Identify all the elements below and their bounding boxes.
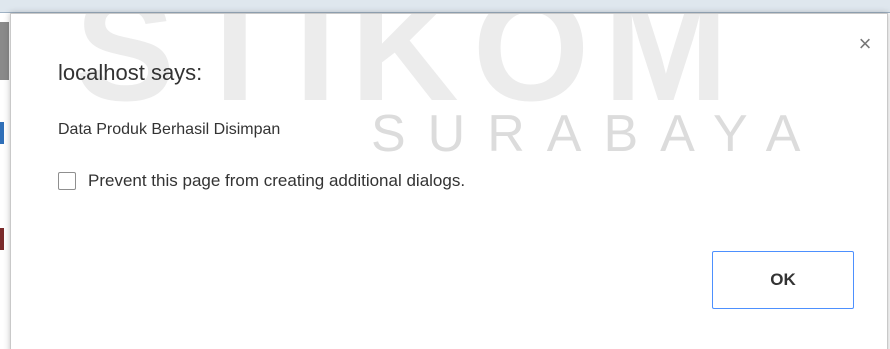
watermark-small-text: SURABAYA [371,105,823,163]
alert-dialog: STIKOM SURABAYA × localhost says: Data P… [10,13,888,349]
prevent-dialogs-label[interactable]: Prevent this page from creating addition… [88,171,465,191]
background-page-fragment [0,122,4,144]
dialog-title: localhost says: [58,60,203,85]
ok-button[interactable]: OK [712,251,854,309]
dialog-message: Data Produk Berhasil Disimpan [58,121,281,138]
background-page-edge [0,0,890,13]
prevent-dialogs-checkbox[interactable] [58,172,76,190]
prevent-dialogs-option[interactable]: Prevent this page from creating addition… [58,171,465,191]
background-page-fragment [0,228,4,250]
screen: STIKOM SURABAYA × localhost says: Data P… [0,0,890,349]
background-page-fragment [0,22,9,80]
close-icon[interactable]: × [855,33,875,55]
